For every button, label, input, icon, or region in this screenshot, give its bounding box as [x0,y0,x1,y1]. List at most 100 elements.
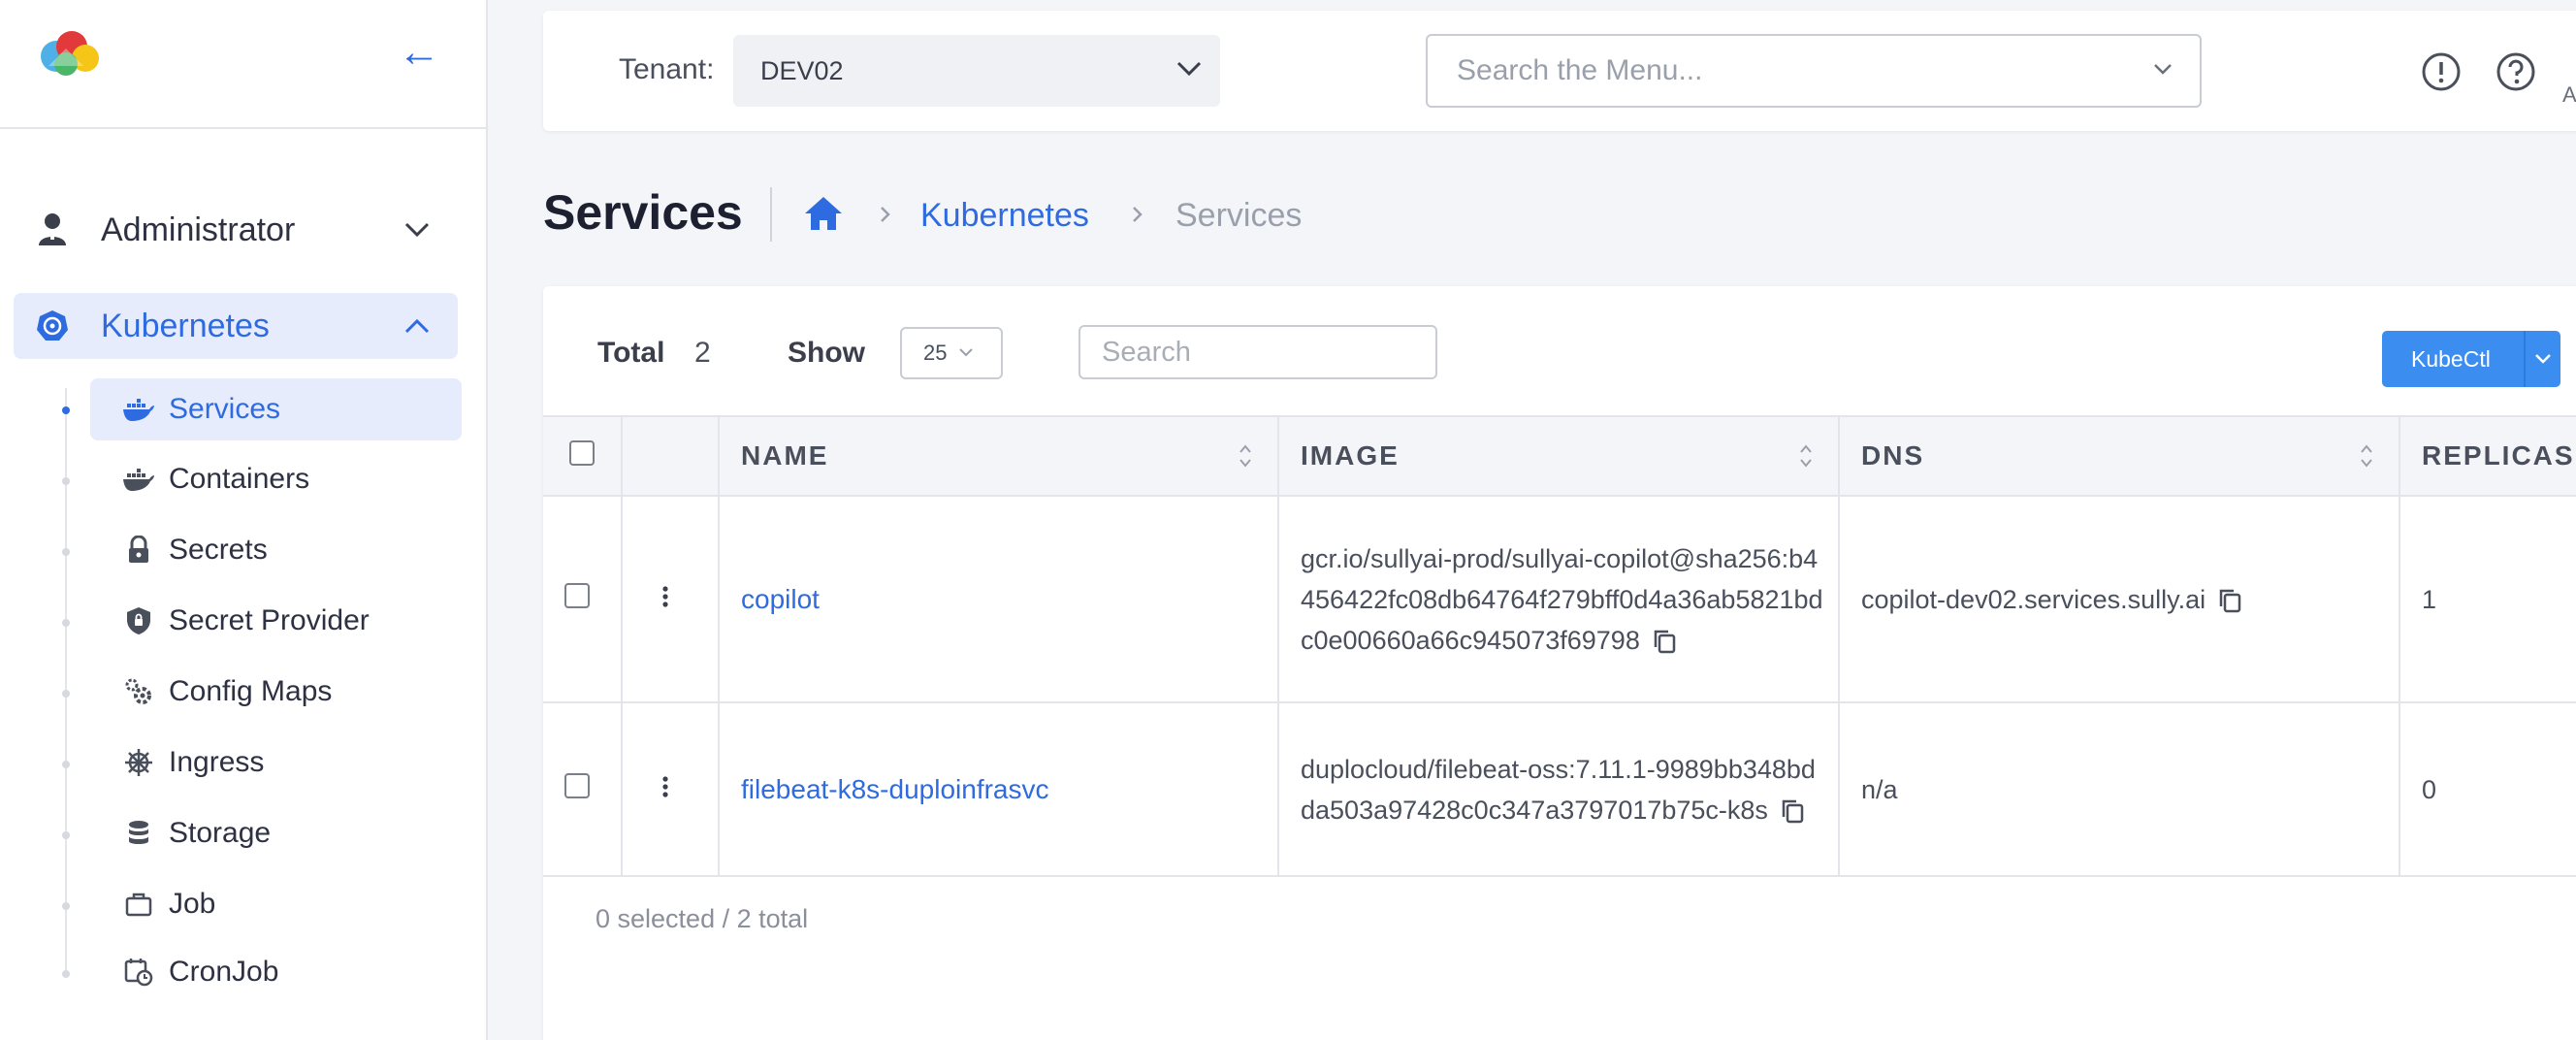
service-replicas: 1 [2422,584,2437,614]
kebab-menu-icon[interactable] [661,585,669,608]
sidebar-item-storage[interactable]: Storage [90,802,462,864]
sidebar-item-ingress[interactable]: Ingress [90,731,462,794]
total-value: 2 [694,337,711,369]
table-row: filebeat-k8s-duploinfrasvc duplocloud/fi… [543,702,2576,877]
kubectl-label: KubeCtl [2411,345,2491,372]
column-header-name[interactable]: NAME [719,415,1279,497]
logo [41,31,99,76]
actions-header [622,415,720,497]
sidebar-item-secret-provider[interactable]: Secret Provider [90,590,462,652]
select-all-checkbox[interactable] [569,439,595,466]
tree-dot [62,831,70,839]
column-header-dns[interactable]: DNS [1839,415,2400,497]
calendar-clock-icon [122,956,155,989]
sidebar-item-job[interactable]: Job [90,873,462,935]
breadcrumb-separator-icon [881,207,890,222]
kubernetes-icon [35,309,70,343]
home-icon[interactable] [802,194,845,233]
sidebar-item-label: Secrets [169,534,268,566]
tree-dot [62,761,70,768]
sidebar-item-label: Job [169,888,216,920]
sidebar-item-label: CronJob [169,956,279,988]
sidebar-group-administrator[interactable]: Administrator [14,197,458,263]
select-all-cell [543,415,623,497]
row-replicas-cell: 0 [2399,702,2576,877]
page-size-value: 25 [923,341,948,365]
row-name-cell: copilot [719,496,1279,703]
help-icon[interactable] [2496,51,2536,92]
total-label: Total [597,337,665,369]
copy-icon[interactable] [1780,797,1805,825]
service-dns: copilot-dev02.services.sully.ai [1861,584,2206,614]
sort-icon [1240,444,1251,468]
shield-icon [122,604,155,637]
sidebar: ← Administrator Kubernetes Services Cont… [0,0,488,1040]
sidebar-item-config-maps[interactable]: Config Maps [90,661,462,723]
briefcase-icon [122,888,155,921]
sidebar-item-secrets[interactable]: Secrets [90,519,462,581]
docker-icon [122,463,155,496]
sidebar-group-label: Administrator [101,211,296,248]
page-size-select[interactable]: 25 [900,327,1003,379]
row-image-cell: duplocloud/filebeat-oss:7.11.1-9989bb348… [1278,702,1840,877]
table-row: copilot gcr.io/sullyai-prod/sullyai-copi… [543,496,2576,703]
row-actions-cell [622,702,720,877]
helm-icon [122,746,155,779]
service-name-link[interactable]: copilot [741,584,820,614]
sidebar-item-label: Ingress [169,746,265,778]
tenant-value: DEV02 [760,55,844,85]
breadcrumb-kubernetes[interactable]: Kubernetes [920,197,1089,235]
sidebar-group-kubernetes[interactable]: Kubernetes [14,293,458,359]
user-icon [35,212,70,247]
column-header-label: DNS [1861,440,1925,471]
top-header: Tenant: DEV02 Search the Menu... A [543,11,2576,131]
services-table: NAME IMAGE DNS REPLICAS copilot gcr.io/s… [543,415,2576,877]
chevron-down-icon[interactable] [2526,353,2560,365]
services-card: Total 2 Show 25 KubeCtl NAME IMAGE DNS R… [543,286,2576,1040]
row-checkbox[interactable] [564,772,590,798]
menu-search-select[interactable]: Search the Menu... [1426,34,2202,108]
chevron-up-icon [402,310,433,341]
row-dns-cell: n/a [1839,702,2400,877]
collapse-sidebar-arrow-icon[interactable]: ← [398,27,440,78]
user-initial[interactable]: A [2562,82,2576,108]
alert-icon[interactable] [2421,51,2462,92]
table-search-input[interactable] [1079,325,1437,379]
gears-icon [122,675,155,708]
tree-dot [62,619,70,627]
service-dns: n/a [1861,774,1898,804]
sort-icon [1800,444,1812,468]
sidebar-item-containers[interactable]: Containers [90,448,462,510]
row-name-cell: filebeat-k8s-duploinfrasvc [719,702,1279,877]
sidebar-item-label: Services [169,393,281,425]
kebab-menu-icon[interactable] [661,775,669,798]
logo-row: ← [0,0,486,129]
service-replicas: 0 [2422,774,2437,804]
chevron-down-icon [2153,62,2173,80]
tree-dot [62,548,70,556]
sidebar-item-label: Secret Provider [169,604,370,636]
tree-dot [62,690,70,698]
tenant-select[interactable]: DEV02 [733,35,1220,107]
chevron-down-icon [402,214,433,245]
service-image: duplocloud/filebeat-oss:7.11.1-9989bb348… [1301,754,1816,825]
copy-icon[interactable] [1652,628,1677,655]
database-icon [122,817,155,850]
kubectl-button[interactable]: KubeCtl [2382,331,2560,387]
breadcrumb-current: Services [1175,197,1303,234]
chevron-down-icon [1175,60,1203,82]
tree-dot [62,902,70,910]
row-dns-cell: copilot-dev02.services.sully.ai [1839,496,2400,703]
service-image: gcr.io/sullyai-prod/sullyai-copilot@sha2… [1301,543,1823,655]
copy-icon[interactable] [2217,587,2242,614]
column-header-replicas[interactable]: REPLICAS [2399,415,2576,497]
selection-count: 0 selected / 2 total [596,904,809,933]
page-title: Services [543,185,743,240]
column-header-image[interactable]: IMAGE [1278,415,1840,497]
sidebar-item-label: Storage [169,817,272,849]
sidebar-item-cronjob[interactable]: CronJob [90,941,462,1003]
service-name-link[interactable]: filebeat-k8s-duploinfrasvc [741,774,1049,804]
row-checkbox[interactable] [564,582,590,608]
tree-dot-active [62,406,70,414]
sidebar-item-services[interactable]: Services [90,378,462,440]
